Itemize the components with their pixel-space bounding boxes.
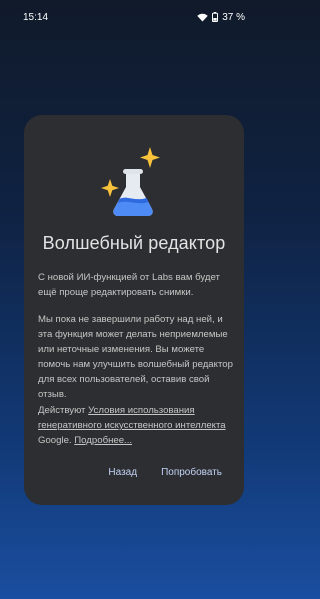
battery-icon bbox=[212, 12, 219, 22]
dialog-title: Волшебный редактор bbox=[42, 233, 226, 253]
battery-percent: 37 % bbox=[222, 11, 245, 23]
try-button[interactable]: Попробовать bbox=[161, 467, 222, 478]
magic-editor-dialog: Волшебный редактор С новой ИИ-функцией о… bbox=[24, 115, 244, 505]
status-time: 15:14 bbox=[23, 11, 49, 23]
back-button[interactable]: Назад bbox=[108, 467, 137, 478]
wifi-icon bbox=[197, 13, 208, 22]
status-icons: 37 % bbox=[197, 12, 245, 23]
terms-prefix: Действуют bbox=[38, 405, 89, 416]
intro-text: С новой ИИ-функцией от Labs вам будет ещ… bbox=[38, 272, 220, 298]
warning-text: Мы пока не завершили работу над ней, и э… bbox=[38, 314, 233, 400]
terms-text: Действуют Условия использования генерати… bbox=[38, 403, 234, 448]
more-link[interactable]: Подробнее... bbox=[74, 435, 132, 446]
dialog-actions: Назад Попробовать bbox=[108, 467, 222, 478]
terms-mid: Google. bbox=[38, 435, 75, 446]
status-bar: 15:14 37 % bbox=[0, 0, 267, 34]
flask-sparkles-icon bbox=[101, 147, 160, 216]
